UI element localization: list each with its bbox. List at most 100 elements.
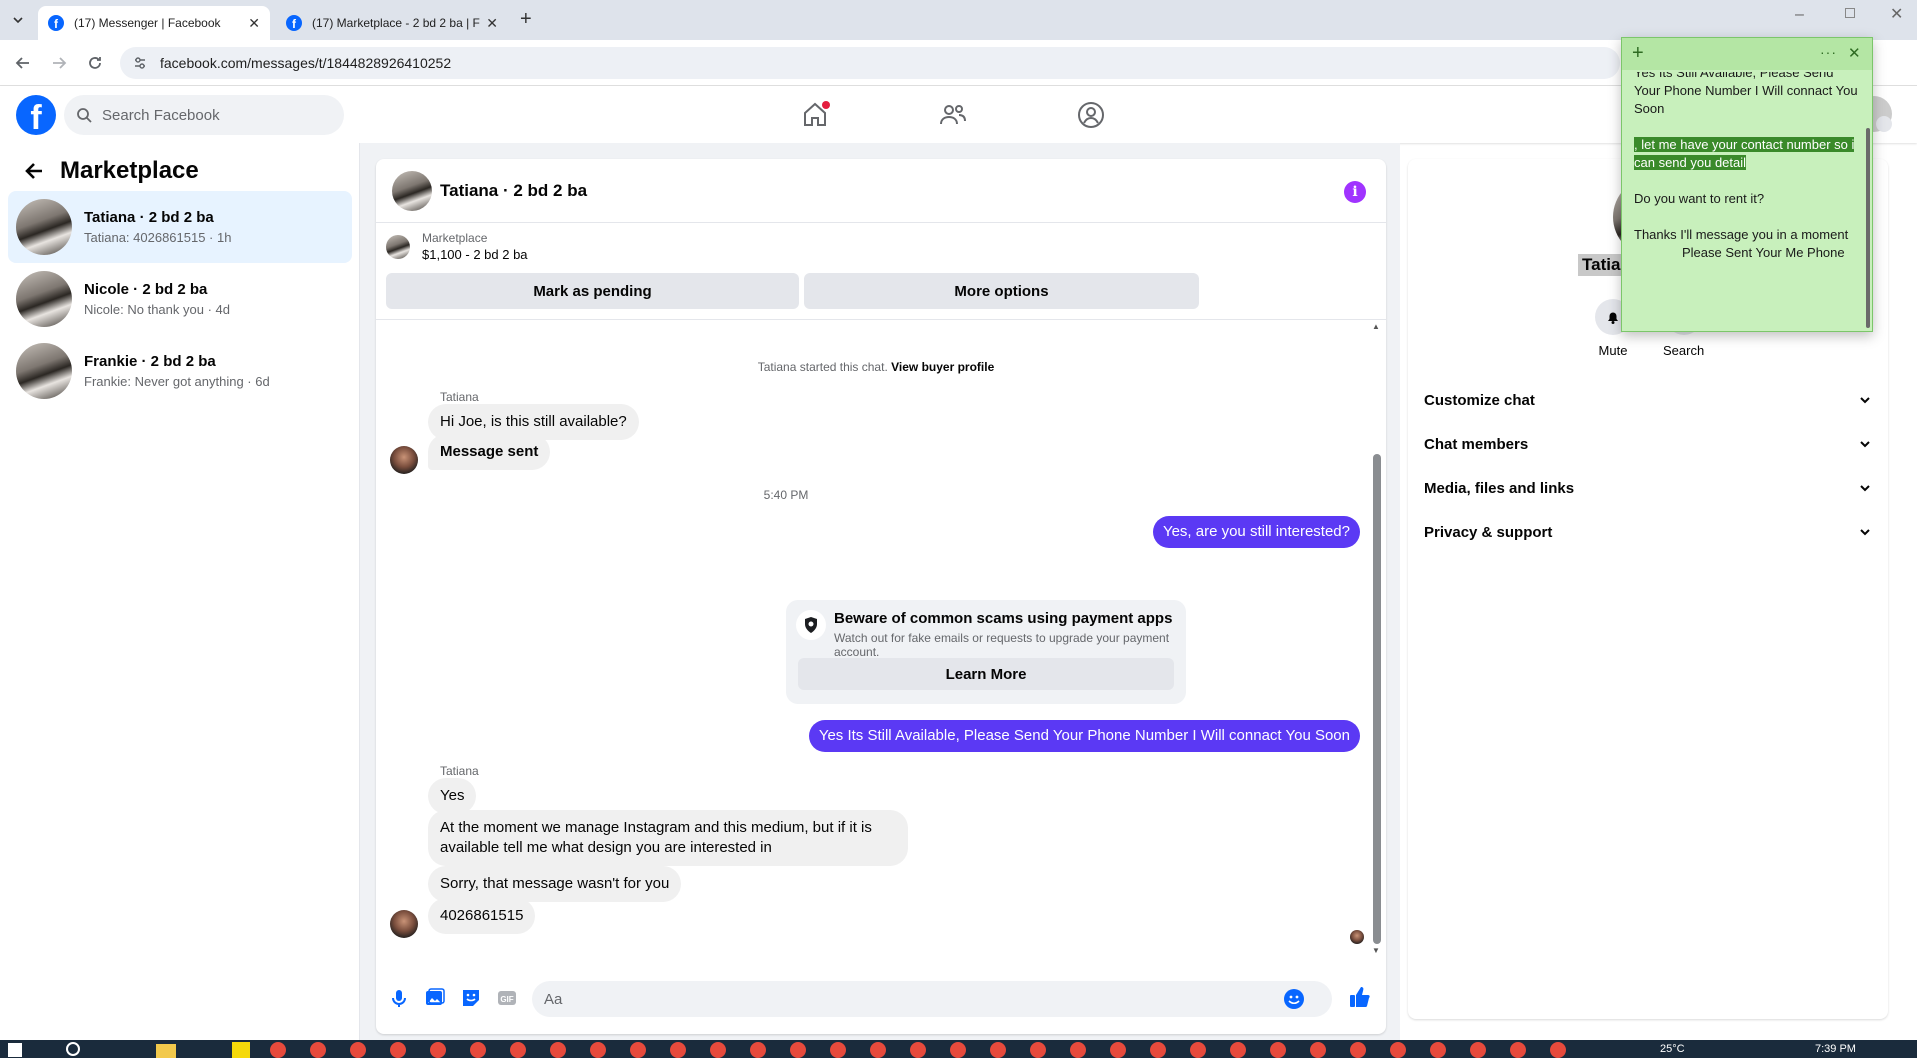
avatar[interactable]	[390, 910, 418, 938]
privacy-support-section[interactable]: Privacy & support	[1424, 514, 1872, 550]
add-note-icon[interactable]: +	[1632, 42, 1644, 65]
chrome-icon[interactable]	[1030, 1042, 1046, 1058]
chrome-icon[interactable]	[1510, 1042, 1526, 1058]
listing-summary[interactable]: Marketplace $1,100 - 2 bd 2 ba	[386, 231, 528, 262]
reload-button[interactable]	[84, 52, 106, 74]
facebook-logo[interactable]: f	[16, 95, 56, 135]
chrome-icon[interactable]	[1390, 1042, 1406, 1058]
minimize-window-icon[interactable]: –	[1795, 6, 1804, 24]
chevron-down-icon	[1860, 485, 1870, 492]
chat-title[interactable]: Tatiana · 2 bd 2 ba	[440, 181, 587, 201]
account-chevron-icon[interactable]	[1876, 116, 1892, 132]
scroll-down-arrow-icon[interactable]: ▼	[1372, 946, 1380, 955]
chrome-icon[interactable]	[310, 1042, 326, 1058]
sticky-notes-taskbar-icon[interactable]	[232, 1042, 250, 1058]
chrome-icon[interactable]	[790, 1042, 806, 1058]
chrome-icon[interactable]	[1230, 1042, 1246, 1058]
chrome-icon[interactable]	[1310, 1042, 1326, 1058]
chrome-icon[interactable]	[270, 1042, 286, 1058]
chrome-icon[interactable]	[390, 1042, 406, 1058]
close-tab-icon[interactable]: ✕	[486, 15, 498, 32]
sticker-icon[interactable]	[460, 987, 482, 1009]
chrome-icon[interactable]	[1190, 1042, 1206, 1058]
chrome-icon[interactable]	[630, 1042, 646, 1058]
chrome-icon[interactable]	[870, 1042, 886, 1058]
media-files-links-section[interactable]: Media, files and links	[1424, 470, 1872, 506]
start-icon[interactable]	[8, 1043, 22, 1057]
nav-friends[interactable]	[938, 100, 968, 130]
info-icon[interactable]: i	[1344, 181, 1366, 203]
more-options-button[interactable]: More options	[804, 273, 1199, 309]
close-tab-icon[interactable]: ✕	[248, 15, 260, 32]
chrome-icon[interactable]	[1270, 1042, 1286, 1058]
url-field[interactable]: facebook.com/messages/t/1844828926410252	[120, 47, 1620, 79]
message-input[interactable]: Aa	[532, 981, 1332, 1017]
chrome-icon[interactable]	[670, 1042, 686, 1058]
photo-icon[interactable]	[424, 987, 446, 1009]
chrome-icon[interactable]	[1150, 1042, 1166, 1058]
folder-icon[interactable]	[156, 1044, 176, 1058]
close-note-icon[interactable]: ✕	[1848, 44, 1861, 62]
weather-temp[interactable]: 25°C	[1660, 1043, 1685, 1055]
message-scrollbar[interactable]: ▲ ▼	[1370, 322, 1382, 958]
restore-window-icon[interactable]	[1845, 8, 1855, 18]
read-receipt-avatar	[1350, 930, 1364, 944]
chrome-icon[interactable]	[910, 1042, 926, 1058]
search-input[interactable]: Search Facebook	[64, 95, 344, 135]
view-buyer-profile-link[interactable]: View buyer profile	[891, 360, 994, 374]
chrome-icon[interactable]	[1470, 1042, 1486, 1058]
chrome-icon[interactable]	[950, 1042, 966, 1058]
site-settings-icon[interactable]	[132, 55, 148, 71]
groups-icon	[1078, 102, 1104, 128]
clock[interactable]: 7:39 PM	[1815, 1043, 1856, 1055]
back-arrow-icon[interactable]	[24, 161, 44, 181]
chrome-icon[interactable]	[1430, 1042, 1446, 1058]
tab-messenger[interactable]: f (17) Messenger | Facebook ✕	[38, 6, 270, 40]
learn-more-button[interactable]: Learn More	[798, 658, 1174, 690]
chrome-icon[interactable]	[1550, 1042, 1566, 1058]
new-tab-button[interactable]: +	[520, 8, 532, 31]
tab-marketplace[interactable]: f (17) Marketplace - 2 bd 2 ba | F ✕	[276, 6, 508, 40]
chrome-icon[interactable]	[1110, 1042, 1126, 1058]
back-button[interactable]	[12, 52, 34, 74]
chrome-icon[interactable]	[1070, 1042, 1086, 1058]
close-window-icon[interactable]: ✕	[1890, 4, 1903, 24]
chrome-icon[interactable]	[550, 1042, 566, 1058]
sticky-note-window[interactable]: + ··· ✕ Yes Its Still Available, Please …	[1621, 37, 1873, 332]
nav-groups[interactable]	[1076, 100, 1106, 130]
chat-members-section[interactable]: Chat members	[1424, 426, 1872, 462]
timestamp: 5:40 PM	[763, 488, 809, 502]
listing-thumbnail[interactable]	[392, 170, 432, 211]
scrollbar-thumb[interactable]	[1373, 454, 1381, 944]
chrome-icon[interactable]	[750, 1042, 766, 1058]
emoji-icon[interactable]	[1284, 989, 1304, 1009]
conversation-name: Nicole · 2 bd 2 ba	[84, 281, 208, 298]
chrome-icon[interactable]	[710, 1042, 726, 1058]
sticky-note-scrollbar[interactable]	[1866, 128, 1870, 328]
forward-button[interactable]	[48, 52, 70, 74]
search-icon[interactable]	[66, 1042, 80, 1056]
chrome-icon[interactable]	[430, 1042, 446, 1058]
chrome-icon[interactable]	[510, 1042, 526, 1058]
customize-chat-section[interactable]: Customize chat	[1424, 382, 1872, 418]
tab-list-button[interactable]	[8, 10, 28, 30]
avatar[interactable]	[390, 446, 418, 474]
gif-icon[interactable]: GIF	[496, 987, 518, 1009]
scroll-up-arrow-icon[interactable]: ▲	[1372, 322, 1380, 331]
chrome-icon[interactable]	[590, 1042, 606, 1058]
chrome-icon[interactable]	[470, 1042, 486, 1058]
chrome-icon[interactable]	[830, 1042, 846, 1058]
chrome-icon[interactable]	[350, 1042, 366, 1058]
microphone-icon[interactable]	[388, 987, 410, 1009]
conversation-item[interactable]: Nicole · 2 bd 2 ba Nicole: No thank you …	[8, 263, 352, 335]
mark-as-pending-button[interactable]: Mark as pending	[386, 273, 799, 309]
conversation-item[interactable]: Tatiana · 2 bd 2 ba Tatiana: 4026861515 …	[8, 191, 352, 263]
sticky-note-titlebar[interactable]: + ··· ✕	[1622, 38, 1872, 70]
more-options-icon[interactable]: ···	[1820, 44, 1837, 60]
sticky-note-content[interactable]: Yes Its Still Available, Please Send You…	[1634, 72, 1860, 330]
conversation-item[interactable]: Frankie · 2 bd 2 ba Frankie: Never got a…	[8, 335, 352, 407]
chrome-icon[interactable]	[990, 1042, 1006, 1058]
thumbs-up-icon[interactable]	[1348, 985, 1372, 1009]
nav-home[interactable]	[800, 100, 830, 130]
chrome-icon[interactable]	[1350, 1042, 1366, 1058]
